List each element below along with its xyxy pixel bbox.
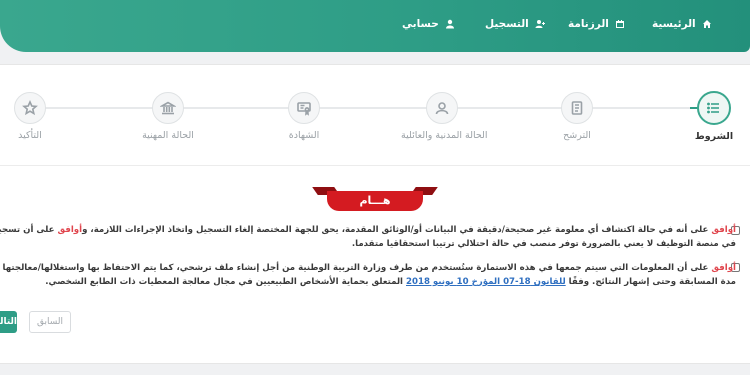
list-icon: [707, 102, 719, 114]
step-civil-status[interactable]: الحالة المدنية والعائلية: [401, 92, 488, 141]
law-link[interactable]: للقانون 18-07 المؤرخ 10 يونيو 2018: [406, 277, 566, 287]
add-user-icon: [535, 20, 545, 28]
step-certificate-circle: [288, 92, 320, 124]
previous-button[interactable]: السابق: [29, 311, 71, 333]
nav-register[interactable]: التسجيل: [485, 16, 545, 32]
agree-word: أوافق: [711, 225, 736, 235]
agree-word: أوافق: [57, 225, 83, 235]
nav-register-label: التسجيل: [485, 18, 529, 30]
step-confirmation-circle: [14, 92, 46, 124]
step-label: التأكيد: [18, 130, 42, 141]
terms-text: المتعلق بحماية الأشخاص الطبيعيين في مجال…: [45, 277, 406, 287]
step-certificate[interactable]: الشهادة: [264, 92, 344, 141]
star-icon: [22, 100, 38, 116]
step-conditions[interactable]: الشروط: [674, 91, 750, 142]
important-banner: هـــام: [312, 187, 438, 211]
certificate-icon: [297, 102, 311, 116]
top-navbar: الرئيسية الرزنامة التسجيل حسابي: [0, 0, 750, 52]
banner-text: هـــام: [327, 191, 423, 211]
nav-home-label: الرئيسية: [652, 18, 696, 30]
nav-account[interactable]: حسابي: [402, 16, 455, 32]
step-conditions-circle: [697, 91, 731, 125]
section-divider: [0, 165, 750, 166]
user-icon: [435, 102, 449, 115]
step-professional[interactable]: الحالة المهنية: [128, 92, 208, 141]
bank-icon: [160, 101, 176, 115]
document-icon: [571, 101, 583, 115]
nav-account-label: حسابي: [402, 18, 439, 30]
terms-paragraph-1: أوافق على أنه في حالة اكتشاف أي معلومة غ…: [0, 223, 736, 251]
terms-paragraph-2: أوافق على أن المعلومات التي سيتم جمعها ف…: [0, 261, 736, 289]
next-button[interactable]: التالي: [0, 311, 17, 333]
step-label: الشروط: [694, 131, 734, 142]
step-label: الحالة المدنية والعائلية: [401, 130, 488, 141]
step-candidacy-circle: [561, 92, 593, 124]
nav-program-label: الرزنامة: [568, 18, 609, 30]
user-icon: [445, 19, 454, 29]
registration-card: الشروط الترشح الحالة المدنية والعائلية ا…: [0, 64, 750, 364]
step-label: الترشح: [563, 130, 591, 141]
agree-word: أوافق: [711, 263, 736, 273]
step-candidacy[interactable]: الترشح: [537, 92, 617, 141]
nav-program[interactable]: الرزنامة: [568, 16, 625, 32]
step-confirmation[interactable]: التأكيد: [0, 92, 70, 141]
home-icon: [702, 20, 711, 28]
step-civil-status-circle: [426, 92, 458, 124]
step-label: الحالة المهنية: [142, 130, 194, 141]
calendar-icon: [615, 20, 624, 28]
step-label: الشهادة: [288, 130, 320, 141]
nav-home[interactable]: الرئيسية: [652, 16, 712, 32]
terms-text: على أنه في حالة اكتشاف أي معلومة غير صحي…: [82, 225, 712, 235]
step-professional-circle: [152, 92, 184, 124]
